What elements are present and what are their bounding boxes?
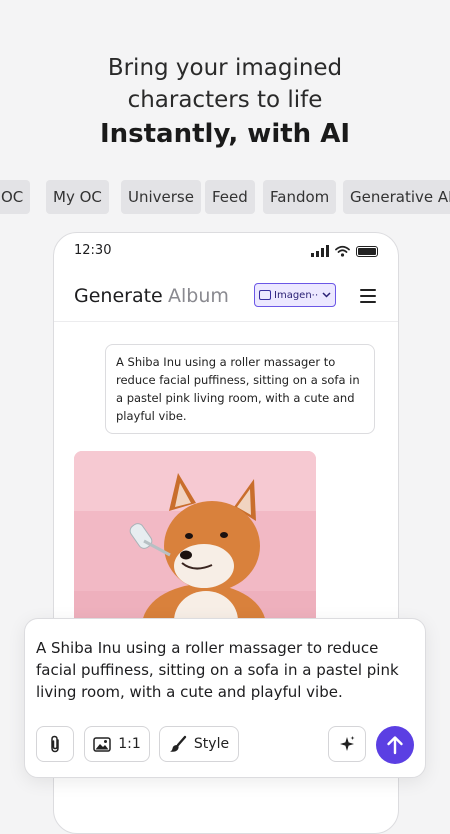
signal-icon [311,245,329,257]
status-bar: 12:30 [74,243,378,263]
prompt-input[interactable]: A Shiba Inu using a roller massager to r… [36,637,413,703]
image-icon [93,736,111,752]
chip-universe[interactable]: Universe [121,180,201,214]
headline-line-2: characters to life [127,87,323,113]
app-bar: Generate Album Imagen⋯ [54,277,398,322]
aspect-ratio-button[interactable]: 1:1 [84,726,150,762]
battery-icon [356,246,378,257]
style-button[interactable]: Style [159,726,239,762]
attach-button[interactable] [36,726,74,762]
wifi-icon [335,245,350,257]
chip-my-oc[interactable]: My OC [46,180,109,214]
arrow-up-icon [387,736,403,755]
tab-album[interactable]: Album [168,285,229,307]
prompt-composer: A Shiba Inu using a roller massager to r… [24,618,426,778]
generated-image[interactable] [74,451,316,641]
chevron-down-icon [322,292,331,298]
chip-fandom[interactable]: Fandom [263,180,337,214]
shiba-illustration [74,451,316,641]
chip-feed[interactable]: Feed [205,180,255,214]
aspect-ratio-label: 1:1 [118,736,141,752]
prompt-bubble: A Shiba Inu using a roller massager to r… [105,344,375,434]
enhance-button[interactable] [328,726,366,762]
style-label: Style [193,736,230,752]
chip-oc[interactable]: OC [0,180,31,214]
tab-generate[interactable]: Generate [74,285,163,307]
headline-line-3: Instantly, with AI [99,119,351,149]
status-time: 12:30 [74,243,112,258]
paperclip-icon [51,735,59,753]
model-select-label: Imagen⋯ [274,289,319,301]
sparkle-icon [340,736,355,751]
menu-icon[interactable] [360,289,376,303]
status-icons [311,245,378,257]
chip-generative-ai[interactable]: Generative AI [343,180,450,214]
headline: Bring your imagined characters to life I… [0,52,450,152]
headline-line-1: Bring your imagined [107,55,343,81]
image-icon [259,290,271,300]
send-button[interactable] [376,726,414,764]
model-select[interactable]: Imagen⋯ [254,283,336,307]
brush-icon [169,735,187,752]
category-chips: OC My OC Universe Feed Fandom Generative… [0,180,450,214]
